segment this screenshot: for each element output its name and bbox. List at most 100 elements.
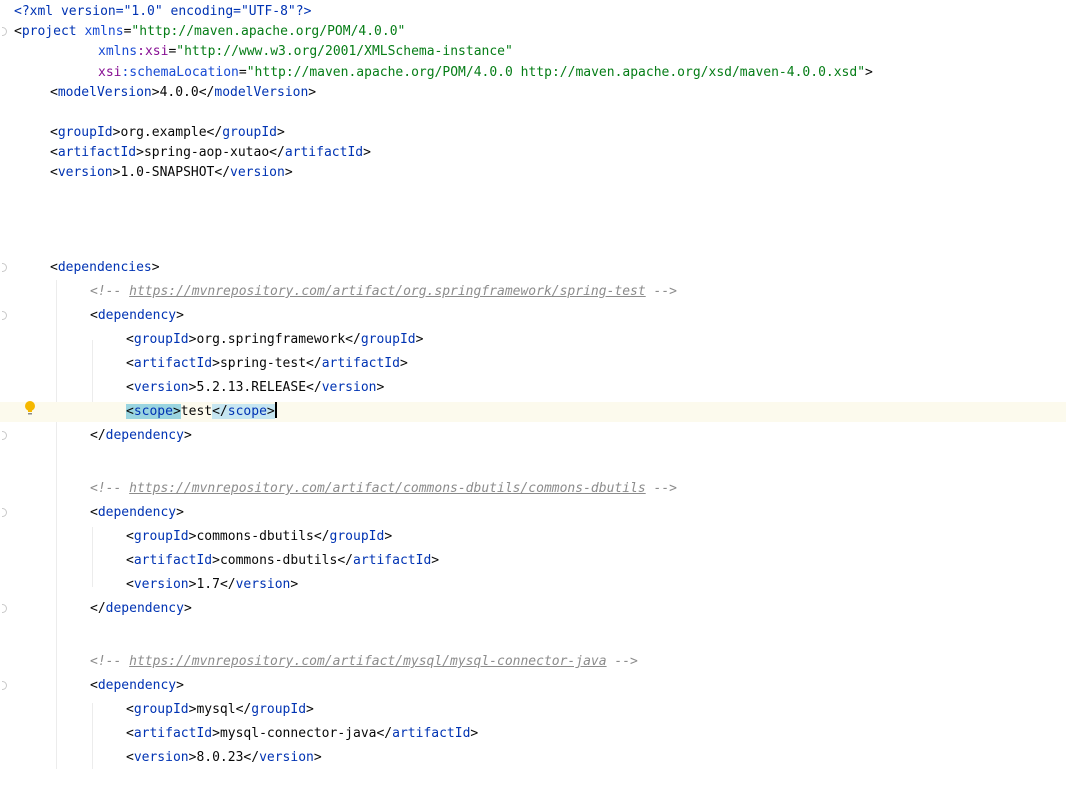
- code-line: <!-- https://mvnrepository.com/artifact/…: [0, 282, 1066, 302]
- comment-close: -->: [606, 654, 638, 669]
- tag-name: dependency: [105, 428, 184, 443]
- code-line: <project xmlns="http://maven.apache.org/…: [0, 22, 1066, 42]
- tag-name: artifactId: [133, 356, 213, 371]
- tag-name: groupId: [133, 332, 189, 347]
- code-line: <groupId>org.example</groupId>: [50, 125, 285, 140]
- text-caret: [274, 402, 277, 418]
- tag-value: 5.2.13.RELEASE: [196, 380, 307, 395]
- tag-name: modelVersion: [214, 85, 309, 100]
- fold-marker-icon[interactable]: [2, 508, 7, 517]
- code-line: <artifactId>commons-dbutils</artifactId>: [126, 553, 440, 568]
- code-line: <groupId>commons-dbutils</groupId>: [126, 529, 393, 544]
- tag-name: version: [321, 380, 377, 395]
- code-line: <modelVersion>4.0.0</modelVersion>: [50, 85, 317, 100]
- tag-name: version: [133, 380, 189, 395]
- attr-name: xmlns: [84, 24, 124, 39]
- tag-value: commons-dbutils: [219, 553, 338, 568]
- code-line: <!-- https://mvnrepository.com/artifact/…: [0, 652, 1066, 672]
- fold-marker-icon[interactable]: [2, 604, 7, 613]
- tag-name: groupId: [329, 529, 385, 544]
- attr-value: "http://www.w3.org/2001/XMLSchema-instan…: [176, 44, 513, 59]
- tag-value: 4.0.0: [159, 85, 199, 100]
- tag-value: commons-dbutils: [196, 529, 314, 544]
- code-line: <artifactId>spring-test</artifactId>: [126, 356, 408, 371]
- tag-value: mysql: [196, 702, 236, 717]
- fold-marker-icon[interactable]: [2, 431, 7, 440]
- tag-value: 8.0.23: [196, 750, 244, 765]
- tag-name: artifactId: [133, 553, 213, 568]
- code-editor[interactable]: <?xml version="1.0" encoding="UTF-8"?> <…: [0, 0, 1066, 769]
- fold-marker-icon[interactable]: [2, 311, 7, 320]
- attr-namespace: xsi: [98, 65, 122, 80]
- lightbulb-icon[interactable]: [23, 400, 37, 416]
- tag-value: mysql-connector-java: [219, 726, 377, 741]
- tag-value: spring-test: [219, 356, 307, 371]
- tag-name: version: [235, 577, 291, 592]
- code-line: <dependency>: [0, 306, 1066, 326]
- attr-namespace: xmlns: [98, 44, 138, 59]
- tag-value: org.example: [120, 125, 207, 140]
- tag-value: 1.0-SNAPSHOT: [120, 165, 215, 180]
- tag-name: modelVersion: [57, 85, 152, 100]
- tag-name: dependencies: [57, 260, 152, 275]
- tag-name: groupId: [360, 332, 416, 347]
- tag-name: dependency: [97, 505, 177, 520]
- code-line: <dependencies>: [0, 258, 1066, 278]
- tag-name: version: [133, 750, 189, 765]
- tag-name: artifactId: [57, 145, 137, 160]
- tag-name: groupId: [251, 702, 307, 717]
- tag-name: scope: [227, 404, 267, 419]
- comment-close: -->: [645, 284, 678, 299]
- comment-open: <!--: [90, 654, 130, 669]
- comment-link[interactable]: https://mvnrepository.com/artifact/org.s…: [129, 284, 646, 299]
- attr-value: "http://maven.apache.org/POM/4.0.0": [131, 24, 406, 39]
- fold-marker-icon[interactable]: [2, 263, 7, 272]
- current-line[interactable]: <scope>test</scope>: [0, 402, 1066, 422]
- code-line: </dependency>: [0, 426, 1066, 446]
- tag-value: org.springframework: [196, 332, 346, 347]
- attr-name: :schemaLocation: [121, 65, 239, 80]
- code-line: <groupId>org.springframework</groupId>: [126, 332, 424, 347]
- tag-name: artifactId: [284, 145, 364, 160]
- code-line: <version>8.0.23</version>: [126, 750, 322, 765]
- code-line: <!-- https://mvnrepository.com/artifact/…: [0, 479, 1066, 499]
- xml-declaration: <?xml version="1.0" encoding="UTF-8"?>: [14, 4, 312, 19]
- tag-value: 1.7: [196, 577, 220, 592]
- fold-marker-icon[interactable]: [2, 27, 7, 36]
- code-line: </dependency>: [0, 599, 1066, 619]
- tag-name: groupId: [133, 529, 189, 544]
- tag-name: scope: [133, 404, 173, 419]
- tag-name: groupId: [133, 702, 189, 717]
- tag-name: version: [57, 165, 113, 180]
- tag-value: test: [180, 404, 213, 419]
- comment-open: <!--: [90, 481, 130, 496]
- comment-close: -->: [645, 481, 678, 496]
- tag-name: artifactId: [321, 356, 400, 371]
- attr-value: "http://maven.apache.org/POM/4.0.0 http:…: [246, 65, 866, 80]
- comment-link[interactable]: https://mvnrepository.com/artifact/mysql…: [129, 654, 606, 669]
- tag-name: dependency: [97, 308, 177, 323]
- tag-name: dependency: [97, 678, 177, 693]
- code-line: <version>5.2.13.RELEASE</version>: [126, 380, 385, 395]
- code-line: <artifactId>spring-aop-xutao</artifactId…: [50, 145, 371, 160]
- code-line: <dependency>: [0, 503, 1066, 523]
- fold-marker-icon[interactable]: [2, 681, 7, 690]
- tag-name: groupId: [222, 125, 277, 140]
- tag-name: version: [259, 750, 314, 765]
- attr-name: :xsi: [137, 44, 169, 59]
- tag-name: artifactId: [133, 726, 213, 741]
- tag-name: project: [21, 24, 77, 39]
- code-line: <groupId>mysql</groupId>: [126, 702, 314, 717]
- tag-name: version: [133, 577, 189, 592]
- tag-name: artifactId: [392, 726, 471, 741]
- code-line: <?xml version="1.0" encoding="UTF-8"?>: [0, 2, 1066, 22]
- tag-name: dependency: [105, 601, 184, 616]
- code-line: <artifactId>mysql-connector-java</artifa…: [126, 726, 479, 741]
- comment-open: <!--: [90, 284, 130, 299]
- tag-name: groupId: [57, 125, 113, 140]
- comment-link[interactable]: https://mvnrepository.com/artifact/commo…: [129, 481, 646, 496]
- code-line: <version>1.7</version>: [126, 577, 299, 592]
- tag-name: artifactId: [353, 553, 432, 568]
- code-line: xsi:schemaLocation="http://maven.apache.…: [98, 65, 873, 80]
- code-line: <version>1.0-SNAPSHOT</version>: [50, 165, 293, 180]
